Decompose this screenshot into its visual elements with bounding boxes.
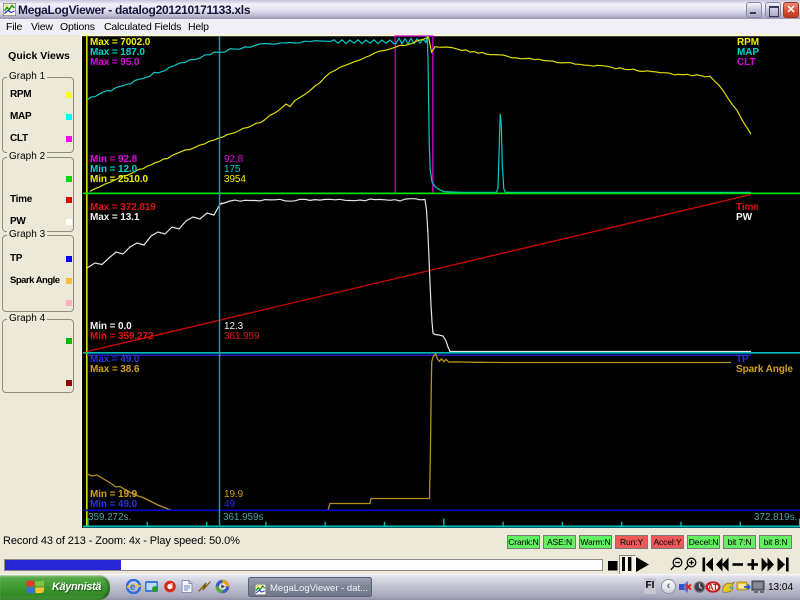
svg-text:ATI: ATI (708, 583, 720, 592)
svg-text:e: e (130, 582, 136, 593)
